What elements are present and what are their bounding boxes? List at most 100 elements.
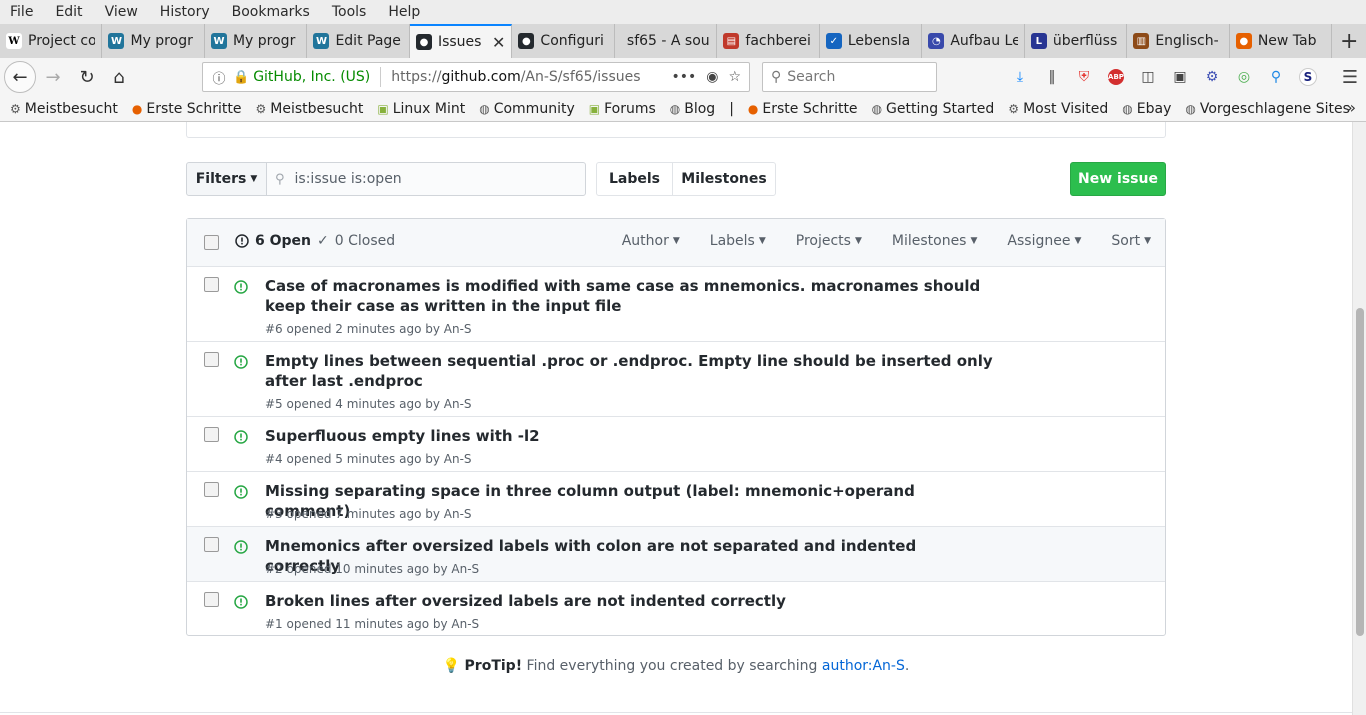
page-actions-icon[interactable]: ••• bbox=[671, 69, 696, 85]
labels-button[interactable]: Labels bbox=[596, 162, 673, 196]
s-extension-icon[interactable]: S bbox=[1296, 65, 1320, 89]
extension-icon[interactable]: ⚙ bbox=[1200, 65, 1224, 89]
issue-checkbox[interactable] bbox=[204, 277, 219, 292]
bookmark-item[interactable]: ⚙ Most Visited bbox=[1008, 101, 1108, 117]
browser-tab[interactable]: ◔ Aufbau Le bbox=[922, 24, 1025, 58]
search-extension-icon[interactable]: ⚲ bbox=[1264, 65, 1288, 89]
filter-author-dropdown[interactable]: Author ▼ bbox=[622, 233, 680, 249]
browser-tab[interactable]: W My progr bbox=[205, 24, 308, 58]
bookmark-item[interactable]: ▣ Forums bbox=[589, 101, 656, 117]
chrome-like-icon[interactable]: ◎ bbox=[1232, 65, 1256, 89]
filter-sort-dropdown[interactable]: Sort ▼ bbox=[1111, 233, 1151, 249]
menu-tools[interactable]: Tools bbox=[326, 4, 373, 20]
issue-title-link[interactable]: Case of macronames is modified with same… bbox=[265, 276, 995, 316]
gear-icon: ⚙ bbox=[1008, 101, 1020, 116]
github-icon: ● bbox=[518, 33, 535, 49]
issue-checkbox[interactable] bbox=[204, 352, 219, 367]
tab-label: Aufbau Le bbox=[950, 33, 1018, 49]
menu-help[interactable]: Help bbox=[382, 4, 426, 20]
filters-button[interactable]: Filters ▼ bbox=[186, 162, 267, 196]
download-icon[interactable]: ⤓ bbox=[1008, 65, 1032, 89]
browser-tab[interactable]: ● Issues ✕ bbox=[409, 24, 513, 58]
close-tab-icon[interactable]: ✕ bbox=[492, 33, 505, 52]
filter-milestones-dropdown[interactable]: Milestones ▼ bbox=[892, 233, 978, 249]
issue-checkbox[interactable] bbox=[204, 592, 219, 607]
issue-title-link[interactable]: Broken lines after oversized labels are … bbox=[265, 591, 995, 611]
url-bar[interactable]: ⓘ 🔒 GitHub, Inc. (US) https://github.com… bbox=[202, 62, 750, 92]
bookmark-item[interactable]: ◍ Blog bbox=[670, 101, 715, 117]
bookmark-item[interactable]: ⚙ Meistbesucht bbox=[256, 101, 364, 117]
browser-tab[interactable]: ✓ Lebensla bbox=[820, 24, 923, 58]
issue-row[interactable]: Mnemonics after oversized labels with co… bbox=[187, 527, 1165, 582]
hamburger-menu-icon[interactable]: ☰ bbox=[1338, 65, 1362, 89]
filter-labels-dropdown[interactable]: Labels ▼ bbox=[710, 233, 766, 249]
browser-tab[interactable]: ● Configuri bbox=[512, 24, 615, 58]
chevron-right-icon[interactable]: » bbox=[1346, 98, 1356, 117]
tab-label: Project co bbox=[28, 33, 96, 49]
issue-filter-input[interactable]: ⚲ is:issue is:open bbox=[266, 162, 586, 196]
check-icon: ✓ bbox=[317, 233, 329, 249]
issue-title-link[interactable]: Superfluous empty lines with -l2 bbox=[265, 426, 995, 446]
search-placeholder: Search bbox=[787, 69, 836, 85]
bookmark-label: | bbox=[729, 100, 734, 117]
issue-checkbox[interactable] bbox=[204, 482, 219, 497]
browser-tab[interactable]: ▥ Englisch- bbox=[1127, 24, 1230, 58]
library-icon[interactable]: ‖ bbox=[1040, 65, 1064, 89]
wordpress-icon: W bbox=[313, 33, 330, 49]
new-tab-button[interactable]: + bbox=[1332, 24, 1366, 58]
issue-row[interactable]: Missing separating space in three column… bbox=[187, 472, 1165, 527]
browser-tab[interactable]: W Project co bbox=[0, 24, 103, 58]
bookmark-item[interactable]: ● Erste Schritte bbox=[748, 101, 858, 117]
search-icon: ⚲ bbox=[771, 69, 782, 85]
info-icon[interactable]: ⓘ bbox=[209, 68, 229, 87]
bookmark-item[interactable]: ◍ Getting Started bbox=[872, 101, 995, 117]
pocket-icon[interactable]: ◉ bbox=[706, 69, 718, 85]
forward-button[interactable]: → bbox=[38, 62, 68, 92]
bookmark-item[interactable]: ● Erste Schritte bbox=[132, 101, 242, 117]
browser-tab[interactable]: sf65 - A sour bbox=[615, 24, 718, 58]
protip-author-link[interactable]: author:An-S bbox=[822, 658, 905, 674]
shield-icon[interactable]: ⛨ bbox=[1072, 65, 1096, 89]
page-scrollbar[interactable] bbox=[1352, 122, 1366, 715]
issue-row[interactable]: Empty lines between sequential .proc or … bbox=[187, 342, 1165, 417]
closed-issues-toggle[interactable]: ✓ 0 Closed bbox=[317, 233, 395, 249]
browser-tab[interactable]: ● New Tab bbox=[1230, 24, 1333, 58]
menu-file[interactable]: File bbox=[4, 4, 39, 20]
menu-view[interactable]: View bbox=[99, 4, 144, 20]
menu-edit[interactable]: Edit bbox=[49, 4, 88, 20]
filter-assignee-dropdown[interactable]: Assignee ▼ bbox=[1007, 233, 1081, 249]
issue-checkbox[interactable] bbox=[204, 537, 219, 552]
milestones-button[interactable]: Milestones bbox=[672, 162, 776, 196]
scrollbar-thumb[interactable] bbox=[1356, 308, 1364, 636]
adblock-icon[interactable]: ABP bbox=[1104, 65, 1128, 89]
issue-row[interactable]: Broken lines after oversized labels are … bbox=[187, 582, 1165, 637]
bookmark-item[interactable]: ◍ Community bbox=[479, 101, 575, 117]
repo-header-box bbox=[186, 122, 1166, 138]
bookmark-item[interactable]: ▣ Linux Mint bbox=[377, 101, 465, 117]
bookmark-item[interactable]: ⚙ Meistbesucht bbox=[10, 101, 118, 117]
issue-row[interactable]: Case of macronames is modified with same… bbox=[187, 267, 1165, 342]
menu-history[interactable]: History bbox=[154, 4, 216, 20]
sidebar-icon[interactable]: ◫ bbox=[1136, 65, 1160, 89]
home-button[interactable]: ⌂ bbox=[104, 62, 134, 92]
screenshot-icon[interactable]: ▣ bbox=[1168, 65, 1192, 89]
reload-button[interactable]: ↻ bbox=[72, 62, 102, 92]
bookmark-star-icon[interactable]: ☆ bbox=[728, 69, 741, 85]
bookmark-item[interactable]: ◍ Ebay bbox=[1122, 101, 1171, 117]
issue-row[interactable]: Superfluous empty lines with -l2 #4 opene… bbox=[187, 417, 1165, 472]
browser-tab[interactable]: Lüberflüss bbox=[1025, 24, 1128, 58]
browser-tab[interactable]: W My progr bbox=[102, 24, 205, 58]
issue-title-link[interactable]: Empty lines between sequential .proc or … bbox=[265, 351, 995, 391]
bookmark-item[interactable]: ◍ Vorgeschlagene Sites bbox=[1185, 101, 1350, 117]
browser-tab[interactable]: ▤ fachberei bbox=[717, 24, 820, 58]
open-issues-toggle[interactable]: 6 Open bbox=[235, 233, 311, 249]
new-issue-button[interactable]: New issue bbox=[1070, 162, 1166, 196]
menu-bookmarks[interactable]: Bookmarks bbox=[226, 4, 316, 20]
site-identity[interactable]: GitHub, Inc. (US) bbox=[253, 69, 370, 85]
issue-checkbox[interactable] bbox=[204, 427, 219, 442]
select-all-checkbox[interactable] bbox=[204, 235, 219, 250]
filter-projects-dropdown[interactable]: Projects ▼ bbox=[796, 233, 862, 249]
browser-tab[interactable]: W Edit Page bbox=[307, 24, 410, 58]
search-input[interactable]: ⚲ Search bbox=[762, 62, 937, 92]
back-button[interactable]: ← bbox=[4, 61, 36, 93]
